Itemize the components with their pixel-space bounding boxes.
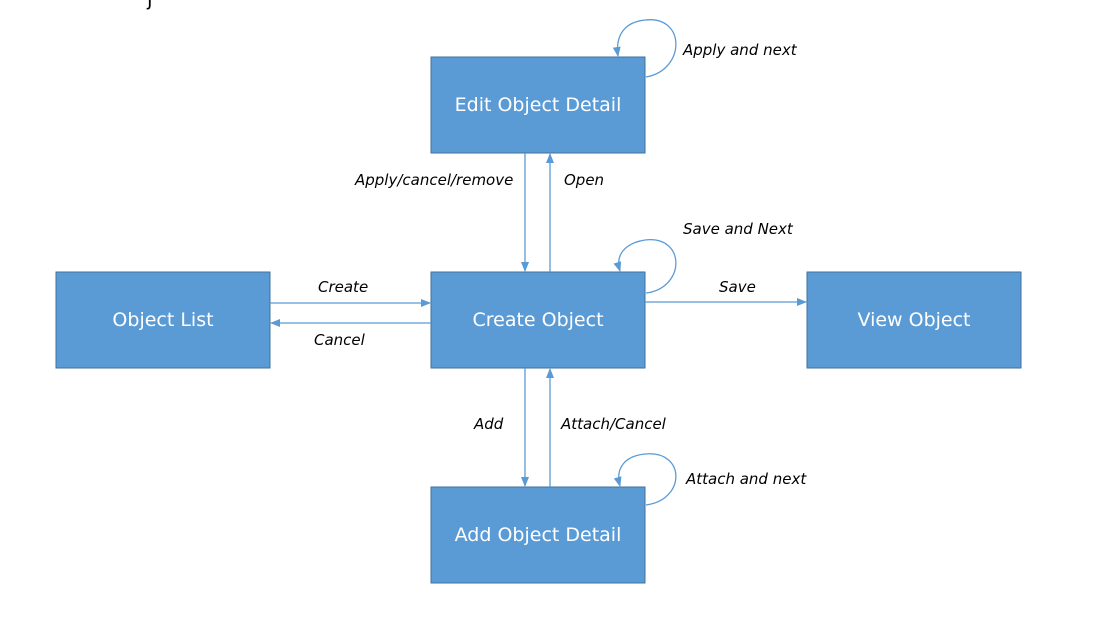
edge-label-add: Add: [473, 415, 504, 433]
node-label: Add Object Detail: [455, 524, 622, 546]
node-object-list[interactable]: Object List: [55, 271, 271, 369]
node-label: Object List: [112, 309, 213, 331]
node-edit-object-detail[interactable]: Edit Object Detail: [430, 56, 646, 154]
edge-label-apply-and-next: Apply and next: [682, 41, 798, 59]
edge-label-apply-cancel-remove: Apply/cancel/remove: [354, 171, 513, 189]
edge-label-attach-cancel: Attach/Cancel: [560, 415, 667, 433]
edge-label-cancel: Cancel: [314, 331, 366, 349]
edge-label-open: Open: [564, 171, 604, 189]
node-label: View Object: [857, 309, 970, 331]
edge-label-save: Save: [719, 278, 756, 296]
state-diagram: Edit Object Detail Object List Create Ob…: [55, 19, 1022, 584]
node-label: Edit Object Detail: [455, 94, 622, 116]
edge-label-create: Create: [318, 278, 368, 296]
edge-label-attach-and-next: Attach and next: [685, 470, 807, 488]
node-create-object[interactable]: Create Object: [430, 271, 646, 369]
node-view-object[interactable]: View Object: [806, 271, 1022, 369]
edge-label-save-and-next: Save and Next: [683, 220, 794, 238]
node-add-object-detail[interactable]: Add Object Detail: [430, 486, 646, 584]
node-label: Create Object: [472, 309, 603, 331]
